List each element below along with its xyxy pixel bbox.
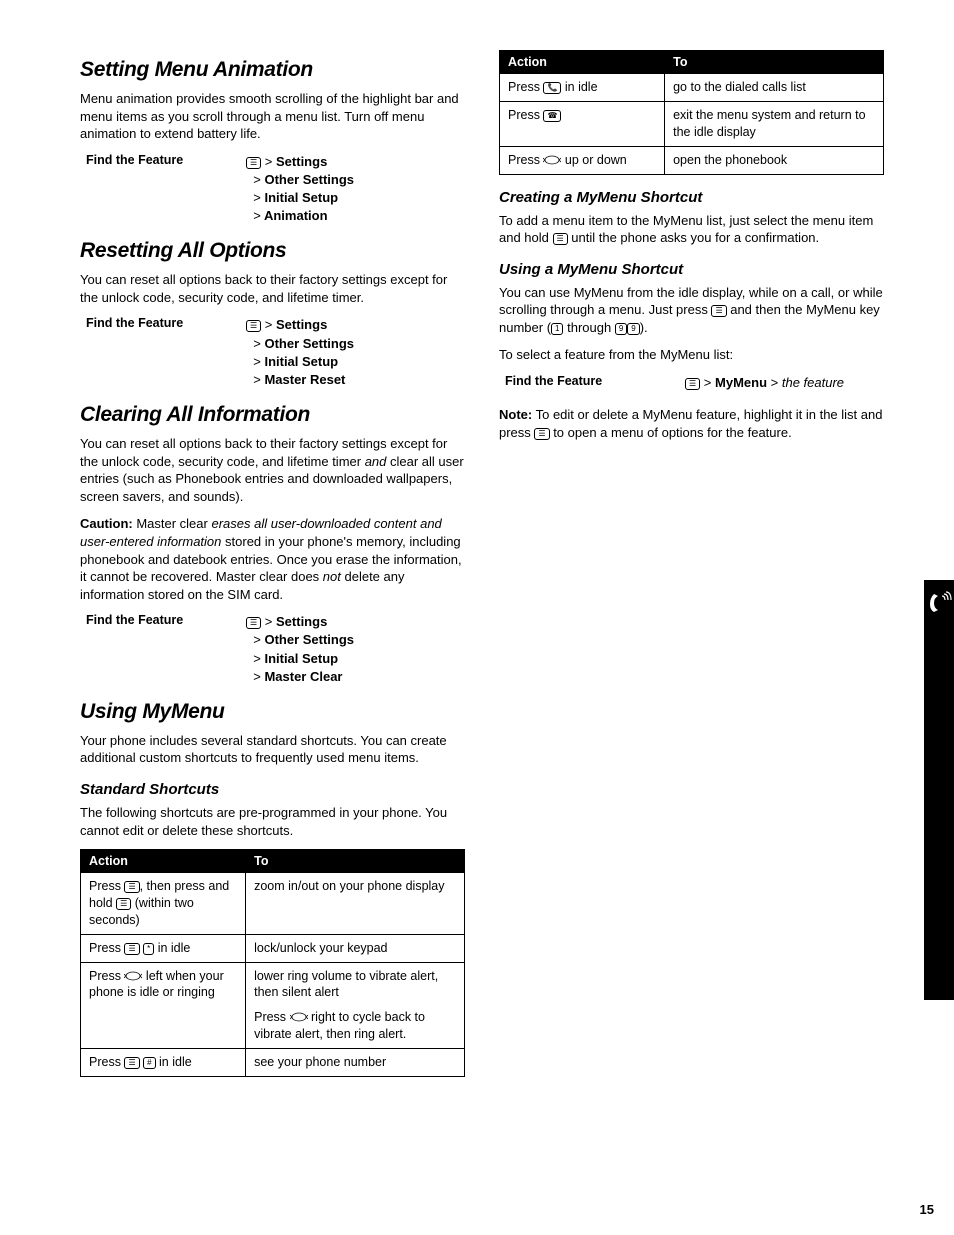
find-feature-label: Find the Feature xyxy=(80,153,246,167)
find-feature-block: Find the Feature ☰ > Settings > Other Se… xyxy=(80,153,465,226)
subheading-standard-shortcuts: Standard Shortcuts xyxy=(80,781,465,798)
menu-path: ☰ > MyMenu > the feature xyxy=(685,374,844,392)
menu-key-icon: ☰ xyxy=(534,428,549,440)
find-feature-block: Find the Feature ☰ > Settings > Other Se… xyxy=(80,316,465,389)
menu-key-icon: ☰ xyxy=(246,320,261,332)
star-key-icon: * xyxy=(143,943,154,955)
table-row: Press ☰ * in idle lock/unlock your keypa… xyxy=(81,934,465,962)
caution-text: Caution: Master clear erases all user-do… xyxy=(80,515,465,603)
send-key-icon: 📞 xyxy=(543,82,561,94)
note-text: Note: To edit or delete a MyMenu feature… xyxy=(499,406,884,441)
nav-key-icon xyxy=(124,971,142,981)
menu-key-icon: ☰ xyxy=(246,617,261,629)
table-row: Press up or down open the phonebook xyxy=(500,146,884,174)
find-feature-label: Find the Feature xyxy=(80,316,246,330)
menu-key-icon: ☰ xyxy=(711,305,726,317)
nine-key-icon: 9 xyxy=(627,323,639,335)
page-number: 15 xyxy=(920,1202,934,1217)
nav-key-icon xyxy=(290,1012,308,1022)
heading-mymenu: Using MyMenu xyxy=(80,700,465,724)
body-text: Menu animation provides smooth scrolling… xyxy=(80,90,465,143)
shortcuts-table-1: Action To Press ☰, then press and hold ☰… xyxy=(80,849,465,1077)
heading-clearing: Clearing All Information xyxy=(80,403,465,427)
menu-key-icon: ☰ xyxy=(116,898,131,910)
menu-key-icon: ☰ xyxy=(246,157,261,169)
shortcuts-table-2: Action To Press 📞 in idle go to the dial… xyxy=(499,50,884,175)
table-row: Press ☰, then press and hold ☰ (within t… xyxy=(81,873,465,935)
section-label: Personalizing Your Phone xyxy=(926,740,948,956)
menu-key-icon: ☰ xyxy=(124,1057,139,1069)
body-text: The following shortcuts are pre-programm… xyxy=(80,804,465,839)
body-text: To select a feature from the MyMenu list… xyxy=(499,346,884,364)
nine-key-icon: 9 xyxy=(615,323,627,335)
table-header: To xyxy=(665,51,884,74)
hash-key-icon: # xyxy=(143,1057,155,1069)
table-row: Press ☎ exit the menu system and return … xyxy=(500,101,884,146)
find-feature-label: Find the Feature xyxy=(499,374,685,388)
menu-path: ☰ > Settings > Other Settings > Initial … xyxy=(246,316,354,389)
table-header: Action xyxy=(500,51,665,74)
body-text: Your phone includes several standard sho… xyxy=(80,732,465,767)
one-key-icon: 1 xyxy=(551,323,563,335)
table-header: Action xyxy=(81,850,246,873)
body-text: You can reset all options back to their … xyxy=(80,435,465,505)
find-feature-label: Find the Feature xyxy=(80,613,246,627)
menu-key-icon: ☰ xyxy=(124,943,139,955)
table-row: Press ☰ # in idle see your phone number xyxy=(81,1049,465,1077)
body-text: You can reset all options back to their … xyxy=(80,271,465,306)
table-row: Press 📞 in idle go to the dialed calls l… xyxy=(500,74,884,102)
subheading-creating-shortcut: Creating a MyMenu Shortcut xyxy=(499,189,884,206)
end-key-icon: ☎ xyxy=(543,110,561,122)
phone-ring-icon xyxy=(926,590,952,616)
find-feature-block: Find the Feature ☰ > Settings > Other Se… xyxy=(80,613,465,686)
menu-key-icon: ☰ xyxy=(124,881,139,893)
nav-key-icon xyxy=(543,155,561,165)
heading-menu-animation: Setting Menu Animation xyxy=(80,58,465,82)
menu-path: ☰ > Settings > Other Settings > Initial … xyxy=(246,613,354,686)
menu-path: ☰ > Settings > Other Settings > Initial … xyxy=(246,153,354,226)
table-row: Press left when your phone is idle or ri… xyxy=(81,962,465,1049)
body-text: You can use MyMenu from the idle display… xyxy=(499,284,884,337)
table-header: To xyxy=(246,850,465,873)
body-text: To add a menu item to the MyMenu list, j… xyxy=(499,212,884,247)
heading-resetting: Resetting All Options xyxy=(80,239,465,263)
find-feature-block: Find the Feature ☰ > MyMenu > the featur… xyxy=(499,374,884,392)
subheading-using-shortcut: Using a MyMenu Shortcut xyxy=(499,261,884,278)
menu-key-icon: ☰ xyxy=(685,378,700,390)
menu-key-icon: ☰ xyxy=(553,233,568,245)
